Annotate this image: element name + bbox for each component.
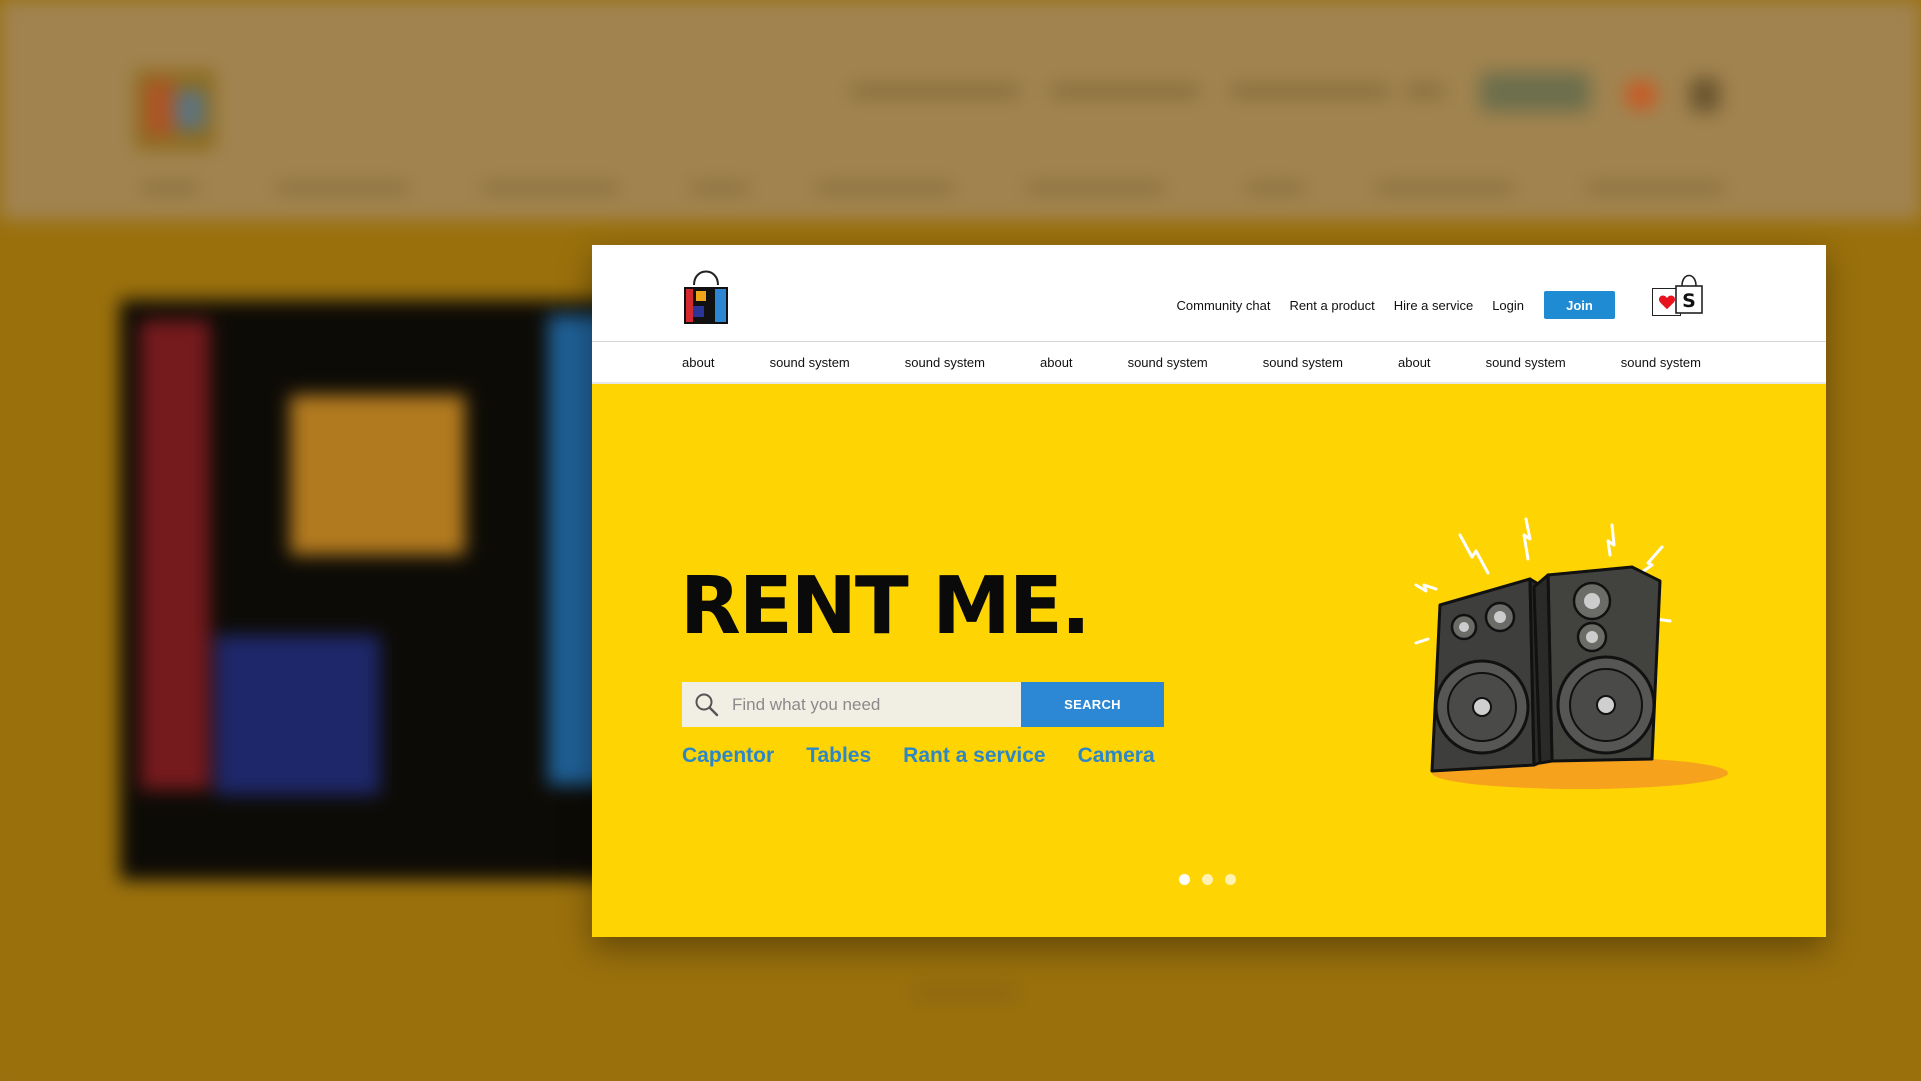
backdrop-link — [1405, 85, 1445, 97]
search-input[interactable] — [730, 693, 1004, 716]
search-button[interactable]: SEARCH — [1021, 682, 1164, 727]
nav-items: about sound system sound system about so… — [682, 342, 1701, 382]
backdrop-nav — [1585, 183, 1725, 193]
shopping-bag-icon: S — [1675, 274, 1703, 314]
backdrop-link — [1230, 85, 1390, 97]
nav-item-sound-system[interactable]: sound system — [1621, 355, 1701, 370]
speakers-illustration — [1414, 517, 1728, 789]
search-field[interactable] — [682, 682, 1021, 727]
quick-links: Capentor Tables Rant a service Camera — [682, 744, 1187, 768]
nav-item-sound-system[interactable]: sound system — [770, 355, 850, 370]
quick-link-rant-service[interactable]: Rant a service — [903, 744, 1045, 768]
backdrop-link — [1050, 85, 1200, 97]
carousel-dots — [1179, 874, 1248, 885]
backdrop-heart — [1625, 80, 1657, 110]
heart-icon — [1658, 295, 1675, 310]
cart-button[interactable]: S — [1675, 269, 1703, 315]
backdrop-bag — [1690, 78, 1720, 112]
magnifier-icon — [695, 693, 719, 716]
backdrop-nav — [140, 183, 200, 193]
shopping-bag-logo[interactable] — [682, 263, 730, 325]
rent-product-link[interactable]: Rent a product — [1289, 298, 1374, 313]
backdrop-nav — [275, 183, 410, 193]
backdrop-logo-navy — [215, 635, 380, 795]
backdrop-nav — [480, 183, 620, 193]
backdrop-nav — [815, 183, 955, 193]
backdrop-nav — [1245, 183, 1305, 193]
backdrop-dots — [910, 985, 1020, 1001]
join-button[interactable]: Join — [1544, 291, 1615, 319]
search-bar: SEARCH — [682, 682, 1164, 727]
backdrop-logo-red — [140, 320, 210, 790]
top-links: Community chat Rent a product Hire a ser… — [1158, 291, 1701, 319]
nav-item-sound-system[interactable]: sound system — [1486, 355, 1566, 370]
backdrop-nav — [1375, 183, 1515, 193]
nav-item-sound-system[interactable]: sound system — [1128, 355, 1208, 370]
backdrop-logo — [135, 70, 215, 150]
category-nav: about sound system sound system about so… — [592, 342, 1826, 384]
nav-item-about[interactable]: about — [1398, 355, 1431, 370]
nav-item-about[interactable]: about — [682, 355, 715, 370]
backdrop-nav — [690, 183, 750, 193]
quick-link-tables[interactable]: Tables — [806, 744, 871, 768]
nav-item-sound-system[interactable]: sound system — [1263, 355, 1343, 370]
community-chat-link[interactable]: Community chat — [1177, 298, 1271, 313]
carousel-dot[interactable] — [1225, 874, 1236, 885]
quick-link-capentor[interactable]: Capentor — [682, 744, 774, 768]
site-window: Community chat Rent a product Hire a ser… — [592, 245, 1826, 937]
backdrop-join-button — [1480, 72, 1590, 112]
carousel-dot[interactable] — [1202, 874, 1213, 885]
backdrop-link — [850, 85, 1020, 97]
backdrop-logo-orange — [290, 395, 465, 555]
nav-item-sound-system[interactable]: sound system — [905, 355, 985, 370]
hero-title: RENT ME. — [680, 560, 1091, 652]
quick-link-camera[interactable]: Camera — [1078, 744, 1155, 768]
login-link[interactable]: Login — [1492, 298, 1524, 313]
nav-item-about[interactable]: about — [1040, 355, 1073, 370]
carousel-dot[interactable] — [1179, 874, 1190, 885]
top-bar: Community chat Rent a product Hire a ser… — [592, 245, 1826, 342]
backdrop-nav — [1025, 183, 1165, 193]
cart-letter: S — [1682, 290, 1696, 312]
hire-service-link[interactable]: Hire a service — [1394, 298, 1473, 313]
